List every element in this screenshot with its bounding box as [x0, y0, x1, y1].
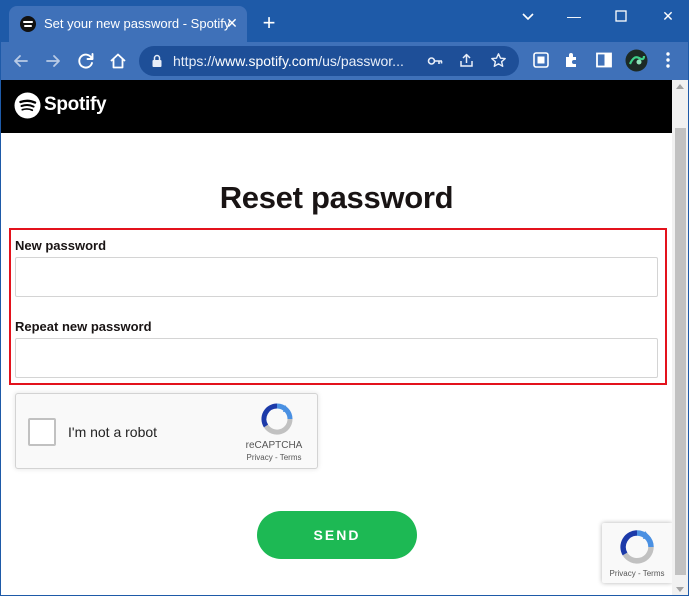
recaptcha-checkbox[interactable] — [28, 418, 56, 446]
recaptcha-widget: I'm not a robot reCAPTCHA Privacy - Term… — [15, 393, 318, 469]
active-tab[interactable]: Set your new password - Spotify ✕ — [9, 6, 247, 42]
spotify-logo-icon[interactable] — [14, 92, 41, 119]
scroll-down-arrow-icon[interactable] — [676, 587, 684, 592]
lock-icon[interactable] — [151, 54, 163, 68]
new-password-label: New password — [15, 238, 107, 253]
recaptcha-badge-logo-icon — [620, 530, 654, 564]
side-panel-icon[interactable] — [594, 50, 614, 70]
forward-arrow-icon[interactable] — [42, 50, 64, 72]
recaptcha-badge[interactable]: Privacy - Terms — [602, 523, 672, 583]
spotify-favicon-icon — [20, 16, 36, 32]
new-tab-button[interactable]: + — [257, 12, 281, 36]
extensions-puzzle-icon[interactable] — [562, 50, 582, 70]
close-window-button[interactable]: ✕ — [657, 6, 679, 26]
scroll-thumb[interactable] — [675, 128, 686, 575]
url-text: https://www.spotify.com/us/passwor... — [173, 53, 404, 69]
recaptcha-privacy-terms-links[interactable]: Privacy - Terms — [234, 453, 314, 462]
share-icon[interactable] — [458, 52, 475, 69]
recaptcha-label: I'm not a robot — [68, 424, 158, 440]
new-password-input[interactable] — [15, 257, 658, 297]
home-icon[interactable] — [107, 50, 129, 72]
site-header: Spotify — [1, 80, 672, 133]
recaptcha-brand: reCAPTCHA — [245, 440, 303, 451]
tab-bar: Set your new password - Spotify ✕ + — ✕ — [1, 1, 688, 42]
key-icon[interactable] — [427, 53, 443, 69]
repeat-password-input[interactable] — [15, 338, 658, 378]
recaptcha-badge-links[interactable]: Privacy - Terms — [602, 569, 672, 578]
browser-toolbar: https://www.spotify.com/us/passwor... — [1, 42, 688, 80]
url-scheme: https:// — [173, 53, 216, 69]
address-bar[interactable]: https://www.spotify.com/us/passwor... — [139, 46, 519, 76]
screen-capture-extension-icon[interactable] — [531, 50, 551, 70]
browser-window: Set your new password - Spotify ✕ + — ✕ — [0, 0, 689, 596]
send-button[interactable]: SEND — [257, 511, 417, 559]
scroll-up-arrow-icon[interactable] — [676, 84, 684, 89]
tab-search-chevron-icon[interactable] — [517, 6, 539, 26]
profile-avatar[interactable] — [625, 49, 648, 72]
minimize-button[interactable]: — — [563, 6, 585, 26]
recaptcha-logo-icon — [261, 403, 293, 435]
page-title: Reset password — [219, 180, 454, 215]
spotify-wordmark[interactable]: Spotify — [44, 94, 107, 116]
back-arrow-icon[interactable] — [10, 50, 32, 72]
tab-close-icon[interactable]: ✕ — [223, 14, 241, 32]
browser-menu-icon[interactable] — [658, 50, 678, 70]
url-path: /us/passwor... — [318, 53, 404, 69]
tab-title: Set your new password - Spotify — [44, 16, 231, 31]
reload-icon[interactable] — [75, 50, 97, 72]
page-scrollbar[interactable] — [672, 80, 688, 595]
repeat-password-label: Repeat new password — [15, 319, 152, 334]
url-domain: www.spotify.com — [215, 53, 319, 69]
maximize-button[interactable] — [610, 6, 632, 26]
bookmark-star-icon[interactable] — [490, 52, 507, 69]
page-viewport: Spotify Reset password New password Repe… — [1, 80, 672, 595]
